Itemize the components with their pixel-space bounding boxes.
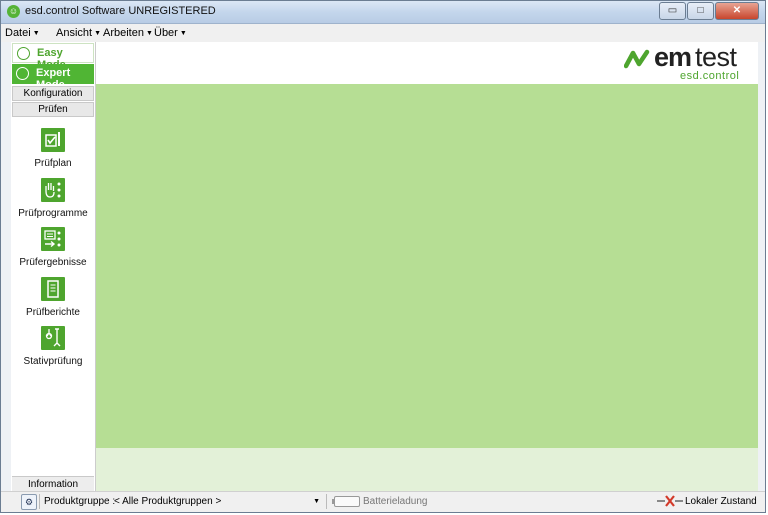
smiley-icon	[16, 67, 29, 80]
status-bar: ⚙ Produktgruppe : < Alle Produktgruppen …	[1, 491, 765, 512]
close-button[interactable]: ✕	[715, 2, 759, 20]
maximize-button[interactable]: □	[687, 2, 714, 20]
expert-mode-button[interactable]: Expert Mode	[12, 64, 94, 91]
smiley-icon	[17, 47, 30, 60]
product-group-label: Produktgruppe :	[44, 496, 116, 507]
chevron-down-icon: ▼	[94, 29, 102, 37]
checklist-icon	[41, 128, 65, 152]
hand-dots-icon	[41, 178, 65, 202]
easy-mode-button[interactable]: Easy Mode	[12, 43, 94, 71]
chevron-down-icon: ▼	[145, 29, 153, 37]
menu-ueber-label: Über	[154, 27, 178, 39]
sidebar-item-label: Stativprüfung	[23, 356, 83, 367]
minimize-button[interactable]: ▭	[659, 2, 686, 20]
battery-icon	[332, 496, 360, 507]
header-banner: em test esd.control	[96, 42, 758, 84]
status-separator	[39, 494, 40, 509]
chevron-down-icon: ▼	[179, 29, 187, 37]
app-icon[interactable]: ☺	[7, 5, 20, 18]
sidebar-item-label: Prüfplan	[34, 158, 72, 169]
main-content-area	[96, 84, 758, 448]
logo-brand-bold: em	[654, 42, 692, 72]
sidebar-item-label: Prüfberichte	[26, 307, 80, 318]
title-bar: ☺ esd.control Software UNREGISTERED ▭ □ …	[1, 1, 765, 24]
window-title: esd.control Software UNREGISTERED	[25, 5, 216, 17]
sidebar-item-label: Prüfergebnisse	[19, 257, 87, 268]
logo-brand-light: test	[695, 42, 737, 72]
sidebar-item-label: Prüfprogramme	[18, 208, 88, 219]
disconnected-icon	[657, 495, 683, 507]
product-group-select[interactable]: < Alle Produktgruppen > ▼	[114, 494, 322, 509]
main-lower-panel	[96, 448, 758, 491]
menu-ansicht-label: Ansicht	[56, 27, 93, 39]
chevron-down-icon: ▼	[32, 29, 40, 37]
menu-ueber[interactable]: Über ▼	[154, 27, 187, 39]
product-group-icon[interactable]: ⚙	[21, 494, 37, 510]
menu-bar: Datei ▼ Ansicht ▼ Arbeiten ▼ Über ▼	[1, 24, 765, 42]
product-group-value: < Alle Produktgruppen >	[114, 496, 222, 507]
emtest-logo: em test esd.control	[624, 42, 754, 82]
report-icon	[41, 277, 65, 301]
battery-label: Batterieladung	[363, 496, 428, 507]
app-window: ☺ esd.control Software UNREGISTERED ▭ □ …	[0, 0, 766, 513]
logo-subtitle: esd.control	[680, 70, 740, 82]
tab-pruefen[interactable]: Prüfen	[12, 102, 94, 117]
connection-status-label: Lokaler Zustand	[685, 496, 757, 507]
menu-datei[interactable]: Datei ▼	[5, 27, 40, 39]
sidebar: Easy Mode Expert Mode Konfiguration Prüf…	[11, 42, 96, 493]
emtest-wave-icon	[624, 49, 650, 69]
stand-probe-icon	[41, 326, 65, 350]
chevron-down-icon: ▼	[313, 498, 320, 505]
list-arrow-icon	[41, 227, 65, 251]
menu-ansicht[interactable]: Ansicht ▼	[56, 27, 101, 39]
menu-arbeiten[interactable]: Arbeiten ▼	[103, 27, 153, 39]
window-controls: ▭ □ ✕	[658, 2, 759, 20]
status-separator	[326, 494, 327, 509]
tab-konfiguration[interactable]: Konfiguration	[12, 86, 94, 101]
menu-arbeiten-label: Arbeiten	[103, 27, 144, 39]
menu-datei-label: Datei	[5, 27, 31, 39]
